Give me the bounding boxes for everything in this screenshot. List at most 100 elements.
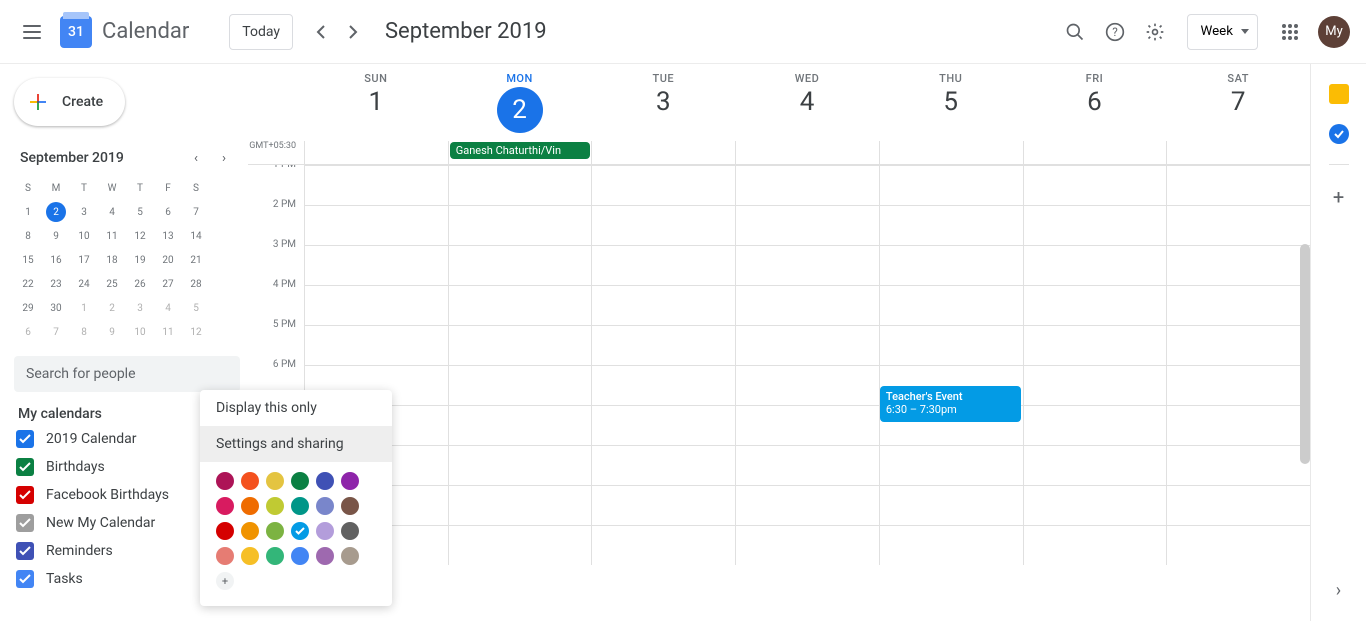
mini-day[interactable]: 12 — [182, 320, 210, 344]
mini-day[interactable]: 24 — [70, 272, 98, 296]
color-swatch[interactable] — [341, 497, 359, 515]
grid-cell[interactable] — [879, 166, 1023, 205]
mini-prev-button[interactable]: ‹ — [184, 146, 208, 170]
mini-day[interactable]: 4 — [154, 296, 182, 320]
create-button[interactable]: Create — [14, 78, 125, 126]
mini-day[interactable]: 8 — [14, 224, 42, 248]
grid-cell[interactable] — [591, 406, 735, 445]
search-button[interactable] — [1055, 12, 1095, 52]
grid-cell[interactable] — [591, 366, 735, 405]
mini-day[interactable]: 17 — [70, 248, 98, 272]
color-swatch[interactable] — [266, 547, 284, 565]
grid-cell[interactable] — [1166, 246, 1310, 285]
grid-cell[interactable] — [1166, 206, 1310, 245]
mini-day[interactable]: 23 — [42, 272, 70, 296]
day-header[interactable]: SAT7 — [1166, 72, 1310, 133]
grid-cell[interactable] — [1166, 526, 1310, 565]
allday-cell[interactable] — [591, 141, 735, 164]
color-swatch[interactable] — [216, 472, 234, 490]
color-swatch[interactable] — [316, 472, 334, 490]
support-button[interactable]: ? — [1095, 12, 1135, 52]
color-swatch[interactable] — [266, 497, 284, 515]
mini-day[interactable]: 25 — [98, 272, 126, 296]
mini-day[interactable]: 6 — [154, 200, 182, 224]
grid-cell[interactable] — [735, 206, 879, 245]
color-swatch[interactable] — [291, 497, 309, 515]
color-swatch[interactable] — [316, 497, 334, 515]
mini-day[interactable]: 6 — [14, 320, 42, 344]
color-swatch[interactable] — [266, 522, 284, 540]
mini-day[interactable]: 20 — [154, 248, 182, 272]
grid-cell[interactable] — [879, 526, 1023, 565]
grid-cell[interactable] — [448, 286, 592, 325]
panel-toggle-button[interactable]: › — [1336, 580, 1341, 601]
color-swatch[interactable] — [241, 472, 259, 490]
color-swatch[interactable] — [241, 497, 259, 515]
app-logo[interactable]: 31 Calendar — [60, 16, 189, 48]
allday-cell[interactable] — [1166, 141, 1310, 164]
grid-cell[interactable] — [448, 406, 592, 445]
google-apps-button[interactable] — [1270, 12, 1310, 52]
color-swatch[interactable] — [291, 547, 309, 565]
grid-cell[interactable] — [1023, 446, 1167, 485]
grid-cell[interactable] — [735, 166, 879, 205]
calendar-checkbox[interactable] — [16, 486, 34, 504]
calendar-checkbox[interactable] — [16, 458, 34, 476]
mini-day[interactable]: 29 — [14, 296, 42, 320]
grid-cell[interactable] — [448, 366, 592, 405]
mini-day[interactable]: 19 — [126, 248, 154, 272]
mini-day[interactable]: 7 — [42, 320, 70, 344]
mini-day[interactable]: 4 — [98, 200, 126, 224]
mini-day[interactable]: 13 — [154, 224, 182, 248]
settings-button[interactable] — [1135, 12, 1175, 52]
allday-cell[interactable] — [879, 141, 1023, 164]
mini-day[interactable]: 9 — [98, 320, 126, 344]
mini-day[interactable]: 12 — [126, 224, 154, 248]
grid-cell[interactable] — [448, 526, 592, 565]
grid-cell[interactable] — [879, 486, 1023, 525]
mini-day[interactable]: 5 — [182, 296, 210, 320]
scrollbar[interactable] — [1300, 244, 1310, 464]
grid-cell[interactable] — [735, 286, 879, 325]
grid-cell[interactable] — [1166, 326, 1310, 365]
grid-cell[interactable] — [879, 206, 1023, 245]
color-swatch[interactable] — [216, 522, 234, 540]
grid-cell[interactable] — [1023, 206, 1167, 245]
grid-cell[interactable] — [1166, 166, 1310, 205]
grid-cell[interactable]: Teacher's Event6:30 – 7:30pm — [879, 366, 1023, 405]
mini-day[interactable]: 3 — [70, 200, 98, 224]
grid-cell[interactable] — [448, 486, 592, 525]
grid-cell[interactable] — [879, 246, 1023, 285]
color-swatch[interactable] — [216, 547, 234, 565]
grid-cell[interactable] — [1166, 446, 1310, 485]
mini-day[interactable]: 21 — [182, 248, 210, 272]
day-header[interactable]: WED4 — [735, 72, 879, 133]
grid-cell[interactable] — [735, 406, 879, 445]
mini-next-button[interactable]: › — [212, 146, 236, 170]
grid-cell[interactable] — [591, 326, 735, 365]
grid-cell[interactable] — [1166, 286, 1310, 325]
day-header[interactable]: MON2 — [448, 72, 592, 133]
color-swatch[interactable] — [316, 547, 334, 565]
color-swatch[interactable] — [341, 522, 359, 540]
mini-day[interactable]: 5 — [126, 200, 154, 224]
display-only-item[interactable]: Display this only — [200, 390, 392, 426]
color-swatch[interactable] — [216, 497, 234, 515]
grid-cell[interactable] — [591, 286, 735, 325]
grid-cell[interactable] — [448, 206, 592, 245]
mini-day[interactable]: 9 — [42, 224, 70, 248]
mini-day[interactable]: 1 — [70, 296, 98, 320]
mini-day[interactable]: 28 — [182, 272, 210, 296]
tasks-icon[interactable] — [1329, 124, 1349, 144]
grid-cell[interactable] — [735, 486, 879, 525]
allday-cell[interactable] — [304, 141, 448, 164]
color-swatch[interactable] — [291, 472, 309, 490]
grid-cell[interactable] — [304, 246, 448, 285]
time-grid[interactable]: 1 PM2 PM3 PM4 PM5 PM6 PMTeacher's Event6… — [248, 165, 1310, 621]
grid-cell[interactable] — [1023, 166, 1167, 205]
grid-cell[interactable] — [879, 406, 1023, 445]
mini-day[interactable]: 16 — [42, 248, 70, 272]
grid-cell[interactable] — [448, 446, 592, 485]
mini-day[interactable]: 30 — [42, 296, 70, 320]
account-avatar[interactable]: My — [1318, 16, 1350, 48]
